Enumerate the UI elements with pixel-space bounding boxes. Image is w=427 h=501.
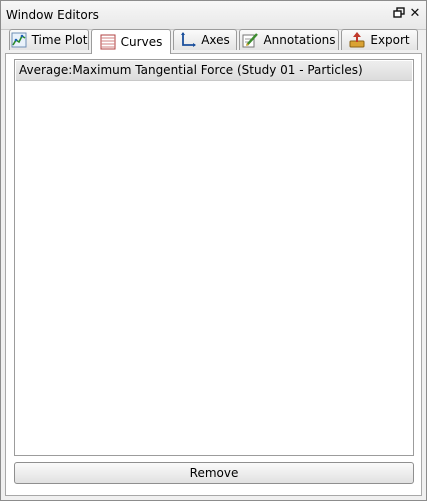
tab-annotations[interactable]: Annotations <box>239 29 339 50</box>
curves-icon <box>100 34 116 50</box>
tab-curves[interactable]: Curves <box>91 29 171 54</box>
export-icon <box>349 32 365 48</box>
tab-axes-label: Axes <box>201 33 230 47</box>
float-window-icon[interactable] <box>392 7 406 21</box>
close-icon[interactable]: ✕ <box>408 7 422 21</box>
curves-panel: Average:Maximum Tangential Force (Study … <box>5 53 422 496</box>
time-plot-icon <box>11 32 27 48</box>
tab-time-plot[interactable]: Time Plot <box>9 29 89 50</box>
axes-icon <box>181 32 197 47</box>
annotations-icon <box>242 33 259 48</box>
curves-list[interactable]: Average:Maximum Tangential Force (Study … <box>14 59 414 456</box>
tab-export[interactable]: Export <box>341 29 418 50</box>
title-bar: Window Editors ✕ <box>1 1 426 30</box>
window-editors-panel: Window Editors ✕ Time Plot Curves Axes A… <box>0 0 427 501</box>
window-title: Window Editors <box>6 8 99 22</box>
tab-axes[interactable]: Axes <box>173 29 237 50</box>
tab-export-label: Export <box>370 33 410 47</box>
float-window-glyph <box>393 7 405 18</box>
tab-curves-label: Curves <box>120 35 163 49</box>
remove-button[interactable]: Remove <box>14 462 414 484</box>
tab-annotations-label: Annotations <box>263 33 336 47</box>
tab-bar: Time Plot Curves Axes Annotations Export <box>1 29 426 54</box>
list-item[interactable]: Average:Maximum Tangential Force (Study … <box>16 61 412 81</box>
tab-time-plot-label: Time Plot <box>31 33 88 47</box>
